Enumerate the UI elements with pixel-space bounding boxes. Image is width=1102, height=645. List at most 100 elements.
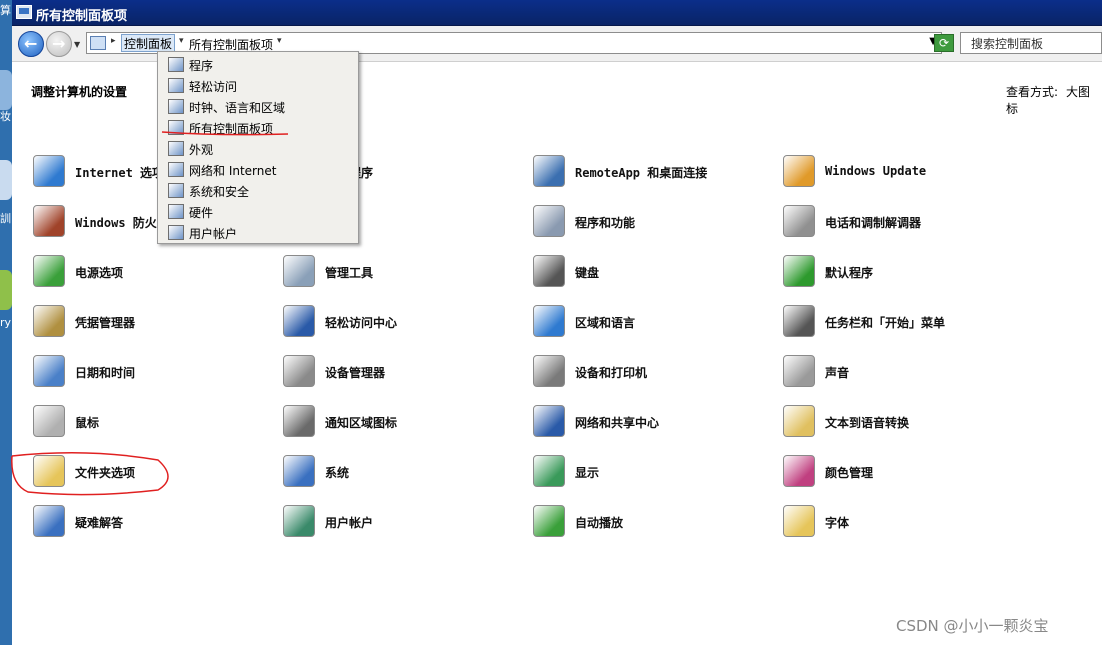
desktop-icon-fragment <box>0 160 12 200</box>
appearance-icon <box>168 141 184 156</box>
menu-item-label: 网络和 Internet <box>189 164 277 178</box>
control-panel-icon <box>90 36 106 50</box>
control-panel-item-label: 键盘 <box>575 266 600 280</box>
chevron-right-icon[interactable]: ▸ <box>111 36 116 46</box>
text-to-speech-icon <box>783 405 815 437</box>
control-panel-item-label: Windows 防火 <box>75 216 157 230</box>
control-panel-item-label: 字体 <box>825 516 850 530</box>
recent-pages-dropdown-icon[interactable]: ▼ <box>74 40 80 49</box>
desktop-edge: 算 妆 訓 ry <box>0 0 12 645</box>
keyboard-icon <box>533 255 565 287</box>
menu-item[interactable]: 轻松访问 <box>162 75 356 96</box>
control-panel-item-label: Internet 选项 <box>75 166 165 180</box>
breadcrumb-control-panel[interactable]: 控制面板 <box>121 34 176 52</box>
refresh-icon[interactable]: ⟳ <box>934 34 954 52</box>
programs-features-icon <box>533 205 565 237</box>
menu-item[interactable]: 程序 <box>162 54 356 75</box>
admin-tools-icon <box>283 255 315 287</box>
desktop-fragment: 訓 <box>0 212 11 225</box>
control-panel-item-label: 默认程序 <box>825 266 874 280</box>
sound-icon <box>783 355 815 387</box>
autoplay-icon <box>533 505 565 537</box>
control-panel-item-label: 区域和语言 <box>575 316 636 330</box>
control-panel-item-label: 颜色管理 <box>825 466 874 480</box>
menu-item-label: 时钟、语言和区域 <box>189 101 286 115</box>
menu-item-label: 硬件 <box>189 206 214 220</box>
display-icon <box>533 455 565 487</box>
taskbar-icon <box>783 305 815 337</box>
red-underline-annotation <box>161 131 289 136</box>
desktop-fragment: ry <box>0 316 12 329</box>
control-panel-item-label: Windows Update <box>825 164 927 178</box>
control-panel-item-label: 通知区域图标 <box>325 416 398 430</box>
mouse-icon <box>33 405 65 437</box>
user-accounts-icon <box>168 225 184 240</box>
menu-item[interactable]: 网络和 Internet <box>162 159 356 180</box>
control-panel-item-label: RemoteApp 和桌面连接 <box>575 166 708 180</box>
ease-of-access-icon <box>283 305 315 337</box>
view-by-label: 查看方式: <box>1006 85 1059 99</box>
globe-icon <box>33 155 65 187</box>
page-heading: 调整计算机的设置 <box>31 85 128 99</box>
title-bar: 所有控制面板项 <box>12 0 1102 26</box>
menu-item-label: 外观 <box>189 143 214 157</box>
control-panel-item-label: 网络和共享中心 <box>575 416 660 430</box>
menu-item-label: 系统和安全 <box>189 185 250 199</box>
window-title: 所有控制面板项 <box>36 9 128 24</box>
control-panel-item-label: 设备管理器 <box>325 366 386 380</box>
desktop-fragment: 妆 <box>0 110 11 123</box>
control-panel-item-label: 凭据管理器 <box>75 316 136 330</box>
ease-of-access-icon <box>168 78 184 93</box>
forward-button[interactable] <box>46 31 72 57</box>
control-panel-item-label: 声音 <box>825 366 850 380</box>
search-input[interactable]: 搜索控制面板 <box>960 32 1102 54</box>
menu-item[interactable]: 外观 <box>162 138 356 159</box>
control-panel-item-label: 自动播放 <box>575 516 624 530</box>
windows-update-icon <box>783 155 815 187</box>
chevron-down-icon[interactable]: ▾ <box>277 36 282 46</box>
control-panel-item-label: 疑难解答 <box>75 516 124 530</box>
credential-manager-icon <box>33 305 65 337</box>
remoteapp-icon <box>533 155 565 187</box>
desktop-icon-fragment <box>0 270 12 310</box>
desktop-fragment: 算 <box>0 4 11 17</box>
devices-printers-icon <box>533 355 565 387</box>
control-panel-item-label: 程序和功能 <box>575 216 636 230</box>
menu-item-label: 轻松访问 <box>189 80 238 94</box>
control-panel-item-label: 管理工具 <box>325 266 374 280</box>
power-icon <box>33 255 65 287</box>
breadcrumb-dropdown-menu: 程序 轻松访问 时钟、语言和区域 所有控制面板项 外观 网络和 Internet 系统和安全… <box>157 51 359 244</box>
clock-language-region-icon <box>168 99 184 114</box>
red-circle-annotation <box>11 452 169 496</box>
control-panel-item-label: 电话和调制解调器 <box>825 216 922 230</box>
watermark: CSDN @小小一颗炎宝 <box>896 617 1049 635</box>
date-time-icon <box>33 355 65 387</box>
device-manager-icon <box>283 355 315 387</box>
control-panel-icon <box>16 5 32 19</box>
menu-item[interactable]: 时钟、语言和区域 <box>162 96 356 117</box>
control-panel-item-label: 系统 <box>325 466 350 480</box>
network-sharing-icon <box>533 405 565 437</box>
system-security-icon <box>168 183 184 198</box>
menu-item[interactable]: 硬件 <box>162 201 356 222</box>
desktop-icon-fragment <box>0 70 12 110</box>
firewall-icon <box>33 205 65 237</box>
menu-item[interactable]: 系统和安全 <box>162 180 356 201</box>
region-language-icon <box>533 305 565 337</box>
fonts-icon <box>783 505 815 537</box>
control-panel-item-label: 日期和时间 <box>75 366 136 380</box>
menu-item-label: 程序 <box>189 59 214 73</box>
chevron-down-icon[interactable]: ▾ <box>179 36 184 46</box>
back-button[interactable] <box>18 31 44 57</box>
control-panel-item-label: 用户帐户 <box>325 516 374 530</box>
control-panel-item-label: 文本到语音转换 <box>825 416 910 430</box>
menu-item-label: 用户帐户 <box>189 227 238 241</box>
control-panel-item-label: 电源选项 <box>75 266 124 280</box>
control-panel-item-label: 轻松访问中心 <box>325 316 398 330</box>
troubleshooting-icon <box>33 505 65 537</box>
hardware-icon <box>168 204 184 219</box>
menu-item[interactable]: 用户帐户 <box>162 222 356 243</box>
network-internet-icon <box>168 162 184 177</box>
control-panel-item-label: 显示 <box>575 466 600 480</box>
color-management-icon <box>783 455 815 487</box>
